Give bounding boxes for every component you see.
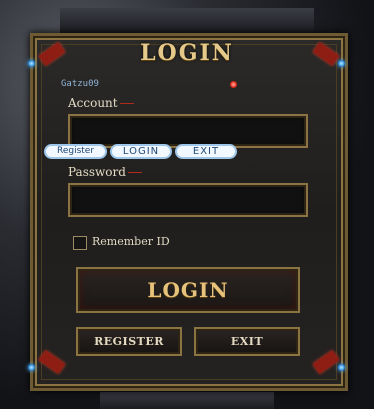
label-divider (127, 172, 142, 173)
window-title: LOGIN (140, 40, 234, 66)
account-label-group: Account (68, 96, 136, 110)
password-label: Password (68, 165, 126, 179)
user-tag: Gatzu09 (61, 79, 99, 89)
remember-id-checkbox[interactable] (73, 236, 87, 250)
password-field-frame (68, 183, 308, 217)
corner-ornament-bottom-right (312, 348, 348, 382)
blue-gem-icon (28, 364, 35, 371)
background-metal-band-bottom (100, 392, 274, 409)
blue-gem-icon (338, 364, 345, 371)
corner-ornament-bottom-left (26, 348, 66, 382)
login-button[interactable]: LOGIN (76, 267, 300, 313)
label-divider (119, 103, 134, 104)
exit-button[interactable]: EXIT (194, 327, 300, 356)
background-metal-band (60, 8, 314, 34)
overlay-register-button[interactable]: Register (44, 144, 107, 159)
account-field-frame (68, 114, 308, 148)
status-indicator-icon (230, 81, 237, 88)
remember-id-label[interactable]: Remember ID (92, 235, 170, 248)
password-input[interactable] (70, 185, 306, 215)
overlay-login-button[interactable]: LOGIN (110, 144, 172, 159)
account-label: Account (68, 96, 118, 110)
password-label-group: Password (68, 165, 144, 179)
overlay-exit-button[interactable]: EXIT (175, 144, 237, 159)
account-input[interactable] (70, 116, 306, 146)
register-button[interactable]: REGISTER (76, 327, 182, 356)
